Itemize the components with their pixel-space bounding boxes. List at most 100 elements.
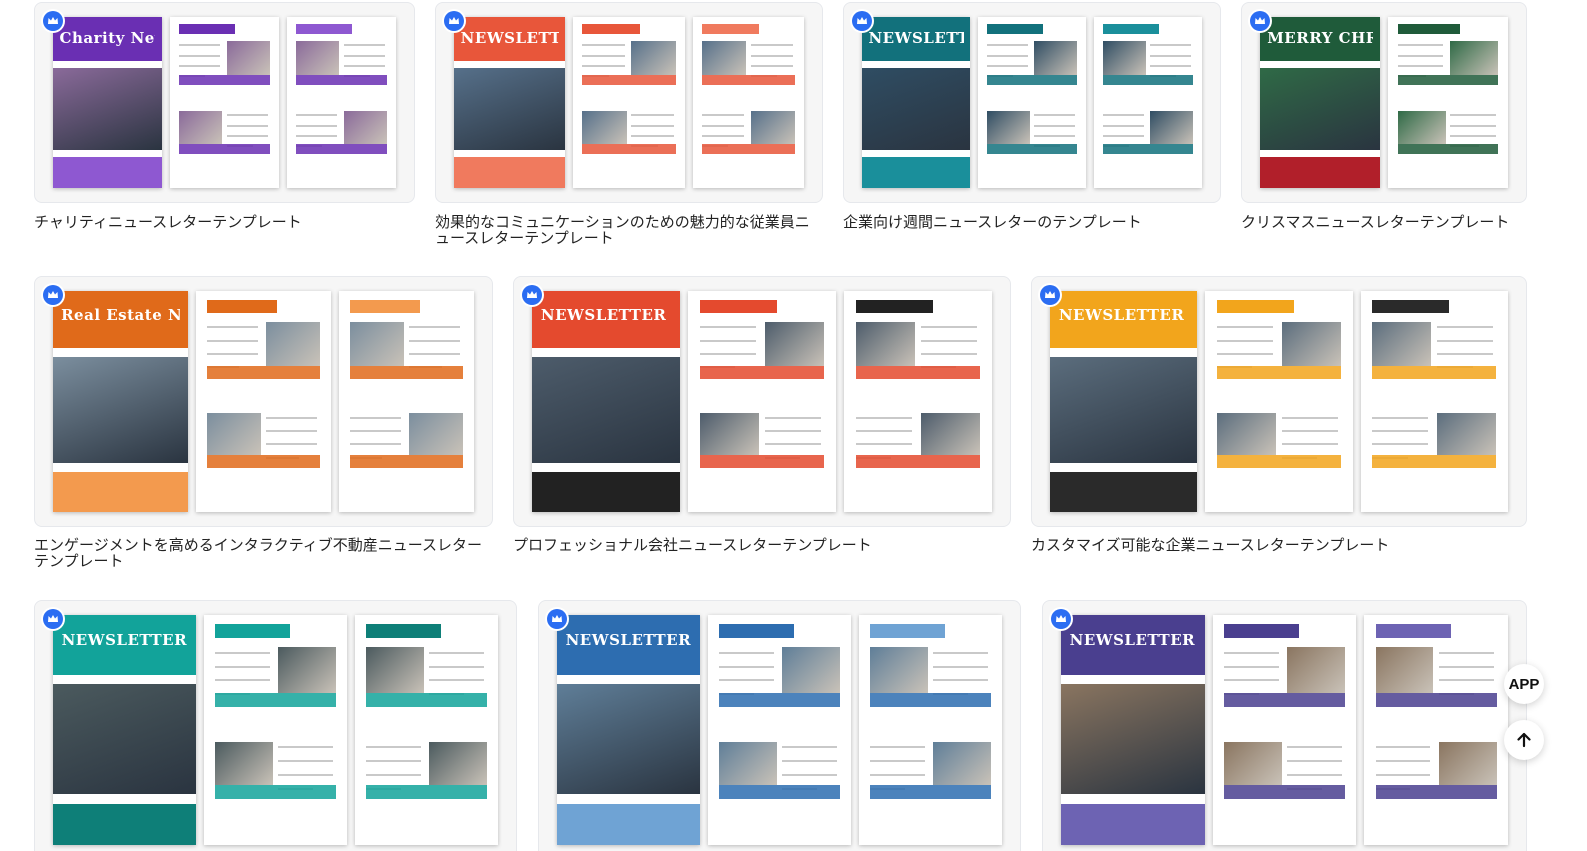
text-line bbox=[1034, 114, 1076, 117]
article-photo bbox=[764, 321, 825, 367]
text-line bbox=[215, 651, 270, 654]
article-photo bbox=[429, 741, 487, 786]
callout-block bbox=[870, 785, 991, 799]
cover-photo bbox=[53, 357, 188, 464]
template-card[interactable]: Charity Newsletter チャリティニュースレターテンプレート bbox=[34, 2, 415, 242]
template-card[interactable]: NEWSLETTER プロフェッショナル会社ニュースレターテンプレート bbox=[513, 276, 1011, 571]
template-thumbnail[interactable]: NEWSLETTER bbox=[1042, 600, 1527, 851]
premium-crown-badge bbox=[1250, 11, 1270, 31]
template-card[interactable]: MERRY CHRISTMAS クリスマスニュースレターテンプレート bbox=[1241, 2, 1527, 242]
article-photo bbox=[1375, 647, 1434, 694]
app-button[interactable]: APP bbox=[1504, 664, 1544, 704]
cover-footer-band bbox=[532, 472, 680, 512]
cover-title: NEWSLETTER bbox=[61, 631, 188, 650]
template-card[interactable]: NEWSLETTER 企業向け週間ニュースレターのテンプレート bbox=[843, 2, 1221, 242]
premium-crown-badge bbox=[522, 285, 542, 305]
template-thumbnail[interactable]: Charity Newsletter bbox=[34, 2, 415, 203]
template-title[interactable]: 効果的なコミュニケーションのための魅力的な従業員ニュースレターテンプレート bbox=[435, 214, 823, 246]
inner-page-preview bbox=[859, 615, 1002, 845]
template-card[interactable]: Real Estate Newsletter エンゲージメントを高めるインタラク… bbox=[34, 276, 493, 571]
text-line bbox=[178, 64, 221, 67]
crown-icon bbox=[48, 615, 58, 622]
template-card[interactable]: NEWSLETTER カスタマイズ可能な企業ニュースレターテンプレート bbox=[1031, 276, 1527, 571]
article-photo bbox=[782, 647, 840, 694]
text-line bbox=[631, 134, 674, 137]
text-line bbox=[750, 54, 793, 57]
article-photo bbox=[349, 321, 404, 367]
template-thumbnail[interactable]: NEWSLETTER bbox=[843, 2, 1221, 203]
template-thumbnail[interactable]: NEWSLETTER bbox=[513, 276, 1011, 527]
callout-block bbox=[699, 366, 825, 380]
text-line bbox=[349, 430, 402, 433]
arrow-up-icon bbox=[1517, 732, 1531, 748]
premium-crown-badge bbox=[1051, 609, 1071, 629]
text-line bbox=[1439, 679, 1494, 682]
inner-page-preview bbox=[196, 291, 331, 512]
premium-crown-badge bbox=[1040, 285, 1060, 305]
template-card[interactable]: NEWSLETTER bbox=[1042, 600, 1527, 851]
callout-block bbox=[719, 693, 840, 707]
text-line bbox=[582, 44, 625, 47]
premium-crown-badge bbox=[547, 609, 567, 629]
text-line bbox=[1034, 134, 1076, 137]
text-line bbox=[631, 124, 674, 127]
section-header-strip bbox=[1372, 299, 1450, 314]
template-card[interactable]: NEWSLETTER 効果的なコミュニケーションのための魅力的な従業員ニュースレ… bbox=[435, 2, 823, 246]
section-header-strip bbox=[701, 23, 760, 35]
cover-title: NEWSLETTER bbox=[540, 306, 667, 325]
callout-block bbox=[206, 454, 321, 468]
text-line bbox=[750, 64, 793, 67]
text-line bbox=[206, 352, 259, 355]
spread-preview: NEWSLETTER bbox=[532, 291, 992, 512]
crown-icon bbox=[527, 291, 537, 298]
text-line bbox=[1217, 339, 1274, 342]
callout-block bbox=[701, 75, 796, 86]
template-thumbnail[interactable]: MERRY CHRISTMAS bbox=[1241, 2, 1527, 203]
text-line bbox=[349, 443, 402, 446]
template-title[interactable]: エンゲージメントを高めるインタラクティブ不動産ニュースレターテンプレート bbox=[34, 537, 493, 569]
crown-icon bbox=[48, 291, 58, 298]
text-line bbox=[1375, 773, 1431, 776]
template-card[interactable]: NEWSLETTER bbox=[538, 600, 1021, 851]
template-thumbnail[interactable]: NEWSLETTER bbox=[538, 600, 1021, 851]
section-header-strip bbox=[719, 624, 794, 638]
text-line bbox=[343, 64, 386, 67]
cover-footer-band bbox=[53, 472, 188, 512]
template-thumbnail[interactable]: NEWSLETTER bbox=[34, 600, 517, 851]
inner-page-preview bbox=[339, 291, 474, 512]
callout-block bbox=[349, 454, 464, 468]
callout-block bbox=[215, 693, 336, 707]
article-photo bbox=[1437, 412, 1497, 455]
callout-block bbox=[719, 785, 840, 799]
premium-crown-badge bbox=[444, 11, 464, 31]
template-thumbnail[interactable]: Real Estate Newsletter bbox=[34, 276, 493, 527]
template-title[interactable]: プロフェッショナル会社ニュースレターテンプレート bbox=[513, 537, 1011, 553]
template-title[interactable]: クリスマスニュースレターテンプレート bbox=[1241, 214, 1541, 230]
text-line bbox=[1437, 352, 1494, 355]
template-thumbnail[interactable]: NEWSLETTER bbox=[435, 2, 823, 203]
inner-page-preview bbox=[978, 17, 1086, 188]
text-line bbox=[1397, 54, 1444, 57]
cover-photo bbox=[862, 68, 970, 151]
template-title[interactable]: カスタマイズ可能な企業ニュースレターテンプレート bbox=[1031, 537, 1527, 553]
spread-preview: MERRY CHRISTMAS bbox=[1260, 17, 1508, 188]
crown-icon bbox=[1045, 291, 1055, 298]
text-line bbox=[986, 64, 1028, 67]
text-line bbox=[1437, 339, 1494, 342]
cover-title: NEWSLETTER bbox=[868, 28, 963, 47]
template-thumbnail[interactable]: NEWSLETTER bbox=[1031, 276, 1527, 527]
template-title[interactable]: チャリティニュースレターテンプレート bbox=[34, 214, 415, 230]
text-line bbox=[719, 665, 774, 668]
callout-block bbox=[295, 75, 388, 86]
text-line bbox=[1034, 124, 1076, 127]
callout-block bbox=[986, 75, 1078, 86]
cover-title: NEWSLETTER bbox=[565, 631, 692, 650]
template-title[interactable]: 企業向け週間ニュースレターのテンプレート bbox=[843, 214, 1221, 230]
section-header-strip bbox=[1217, 299, 1294, 314]
back-to-top-button[interactable] bbox=[1504, 720, 1544, 760]
template-card[interactable]: NEWSLETTER bbox=[34, 600, 517, 851]
text-line bbox=[1224, 665, 1279, 668]
text-line bbox=[933, 679, 988, 682]
text-line bbox=[920, 352, 978, 355]
article-photo bbox=[1287, 647, 1345, 694]
